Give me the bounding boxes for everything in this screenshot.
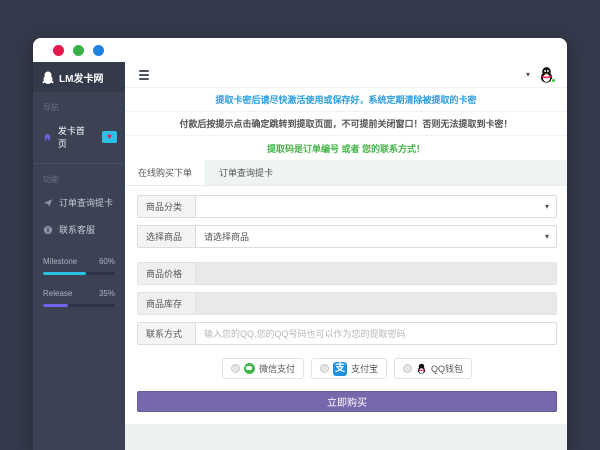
select-caret-icon: ▾ [545,202,549,211]
contact-label: 联系方式 [138,323,196,344]
radio-icon [403,364,412,373]
form-row-stock: 商品库存 [137,292,557,315]
main-panel: ▾ [125,62,567,450]
progress-fill [43,304,68,307]
page-footer-area [125,424,567,450]
progress-label: Release [43,289,72,298]
progress-label: Milestone [43,257,77,266]
select-caret-icon: ▾ [545,232,549,241]
sidebar-item-label: 发卡首页 [58,124,90,150]
buy-now-button[interactable]: 立即购买 [137,391,557,412]
sidebar-item-contact[interactable]: 联系客服 [33,216,125,243]
form-row-category: 商品分类 ▾ [137,195,557,218]
brand-title: LM发卡网 [59,70,103,85]
send-icon [43,198,53,208]
browser-window: LM发卡网 导航 发卡首页 ♥ 功能 订单查询提卡 [33,38,567,450]
price-label: 商品价格 [138,263,196,284]
form-row-product: 选择商品 请选择商品 ▾ [137,225,557,248]
notice-code: 提取码是订单编号 或者 您的联系方式！ [125,136,567,160]
traffic-light-green-icon[interactable] [73,45,84,56]
contact-input[interactable] [204,329,548,339]
progress-release: Release 35% [43,289,115,307]
brand-header: LM发卡网 [33,62,125,92]
product-select[interactable]: 请选择商品 ▾ [196,226,556,247]
tab-order-query[interactable]: 订单查询提卡 [206,160,286,185]
traffic-light-red-icon[interactable] [53,45,64,56]
payment-methods: 微信支付 支 支付宝 [137,358,557,379]
traffic-light-blue-icon[interactable] [93,45,104,56]
window-titlebar [33,38,567,62]
purchase-form: 商品分类 ▾ 选择商品 请选择商品 ▾ 商品价格 [125,186,567,424]
form-row-price: 商品价格 [137,262,557,285]
pay-wechat-button[interactable]: 微信支付 [222,358,304,379]
product-label: 选择商品 [138,226,196,247]
stock-label: 商品库存 [138,293,196,314]
notice-activation: 提取卡密后请尽快激活使用或保存好，系统定期清除被提取的卡密 [125,88,567,112]
category-label: 商品分类 [138,196,196,217]
sidebar-item-label: 联系客服 [59,223,95,236]
qq-account-icon[interactable] [538,66,555,83]
chevron-down-icon[interactable]: ▾ [526,70,530,79]
online-status-dot [551,78,556,83]
price-field [196,263,556,284]
radio-icon [320,364,329,373]
progress-track [43,272,115,275]
product-value: 请选择商品 [204,230,249,243]
info-icon [43,225,53,235]
pay-alipay-button[interactable]: 支 支付宝 [311,358,387,379]
progress-value: 35% [99,289,115,298]
sidebar-section-nav: 导航 [33,92,125,117]
stock-field [196,293,556,314]
qq-wallet-icon [416,363,427,374]
contact-field-wrap [196,323,556,344]
form-row-contact: 联系方式 [137,322,557,345]
sidebar-item-home[interactable]: 发卡首页 ♥ [33,117,125,157]
alipay-icon: 支 [333,362,347,376]
radio-icon [231,364,240,373]
penguin-logo-icon [42,71,54,84]
progress-track [43,304,115,307]
category-select[interactable]: ▾ [196,196,556,217]
progress-value: 60% [99,257,115,266]
pay-label: 微信支付 [259,362,295,375]
sidebar: LM发卡网 导航 发卡首页 ♥ 功能 订单查询提卡 [33,62,125,450]
home-icon [43,132,52,142]
sidebar-item-order-query[interactable]: 订单查询提卡 [33,189,125,216]
tab-buy-online[interactable]: 在线购买下单 [125,160,206,185]
menu-toggle-icon[interactable] [139,70,149,80]
progress-milestone: Milestone 60% [43,257,115,275]
notice-payment: 付款后按提示点击确定跳转到提取页面，不可提前关闭窗口！否则无法提取到卡密！ [125,112,567,136]
pay-label: 支付宝 [351,362,378,375]
tab-bar: 在线购买下单 订单查询提卡 [125,160,567,186]
pay-label: QQ钱包 [431,362,463,375]
notice-list: 提取卡密后请尽快激活使用或保存好，系统定期清除被提取的卡密 付款后按提示点击确定… [125,88,567,160]
sidebar-section-func: 功能 [33,164,125,189]
heart-badge-icon: ♥ [102,131,117,143]
sidebar-item-label: 订单查询提卡 [59,196,113,209]
progress-fill [43,272,86,275]
pay-qq-button[interactable]: QQ钱包 [394,358,472,379]
top-navbar: ▾ [125,62,567,88]
wechat-icon [244,363,255,374]
